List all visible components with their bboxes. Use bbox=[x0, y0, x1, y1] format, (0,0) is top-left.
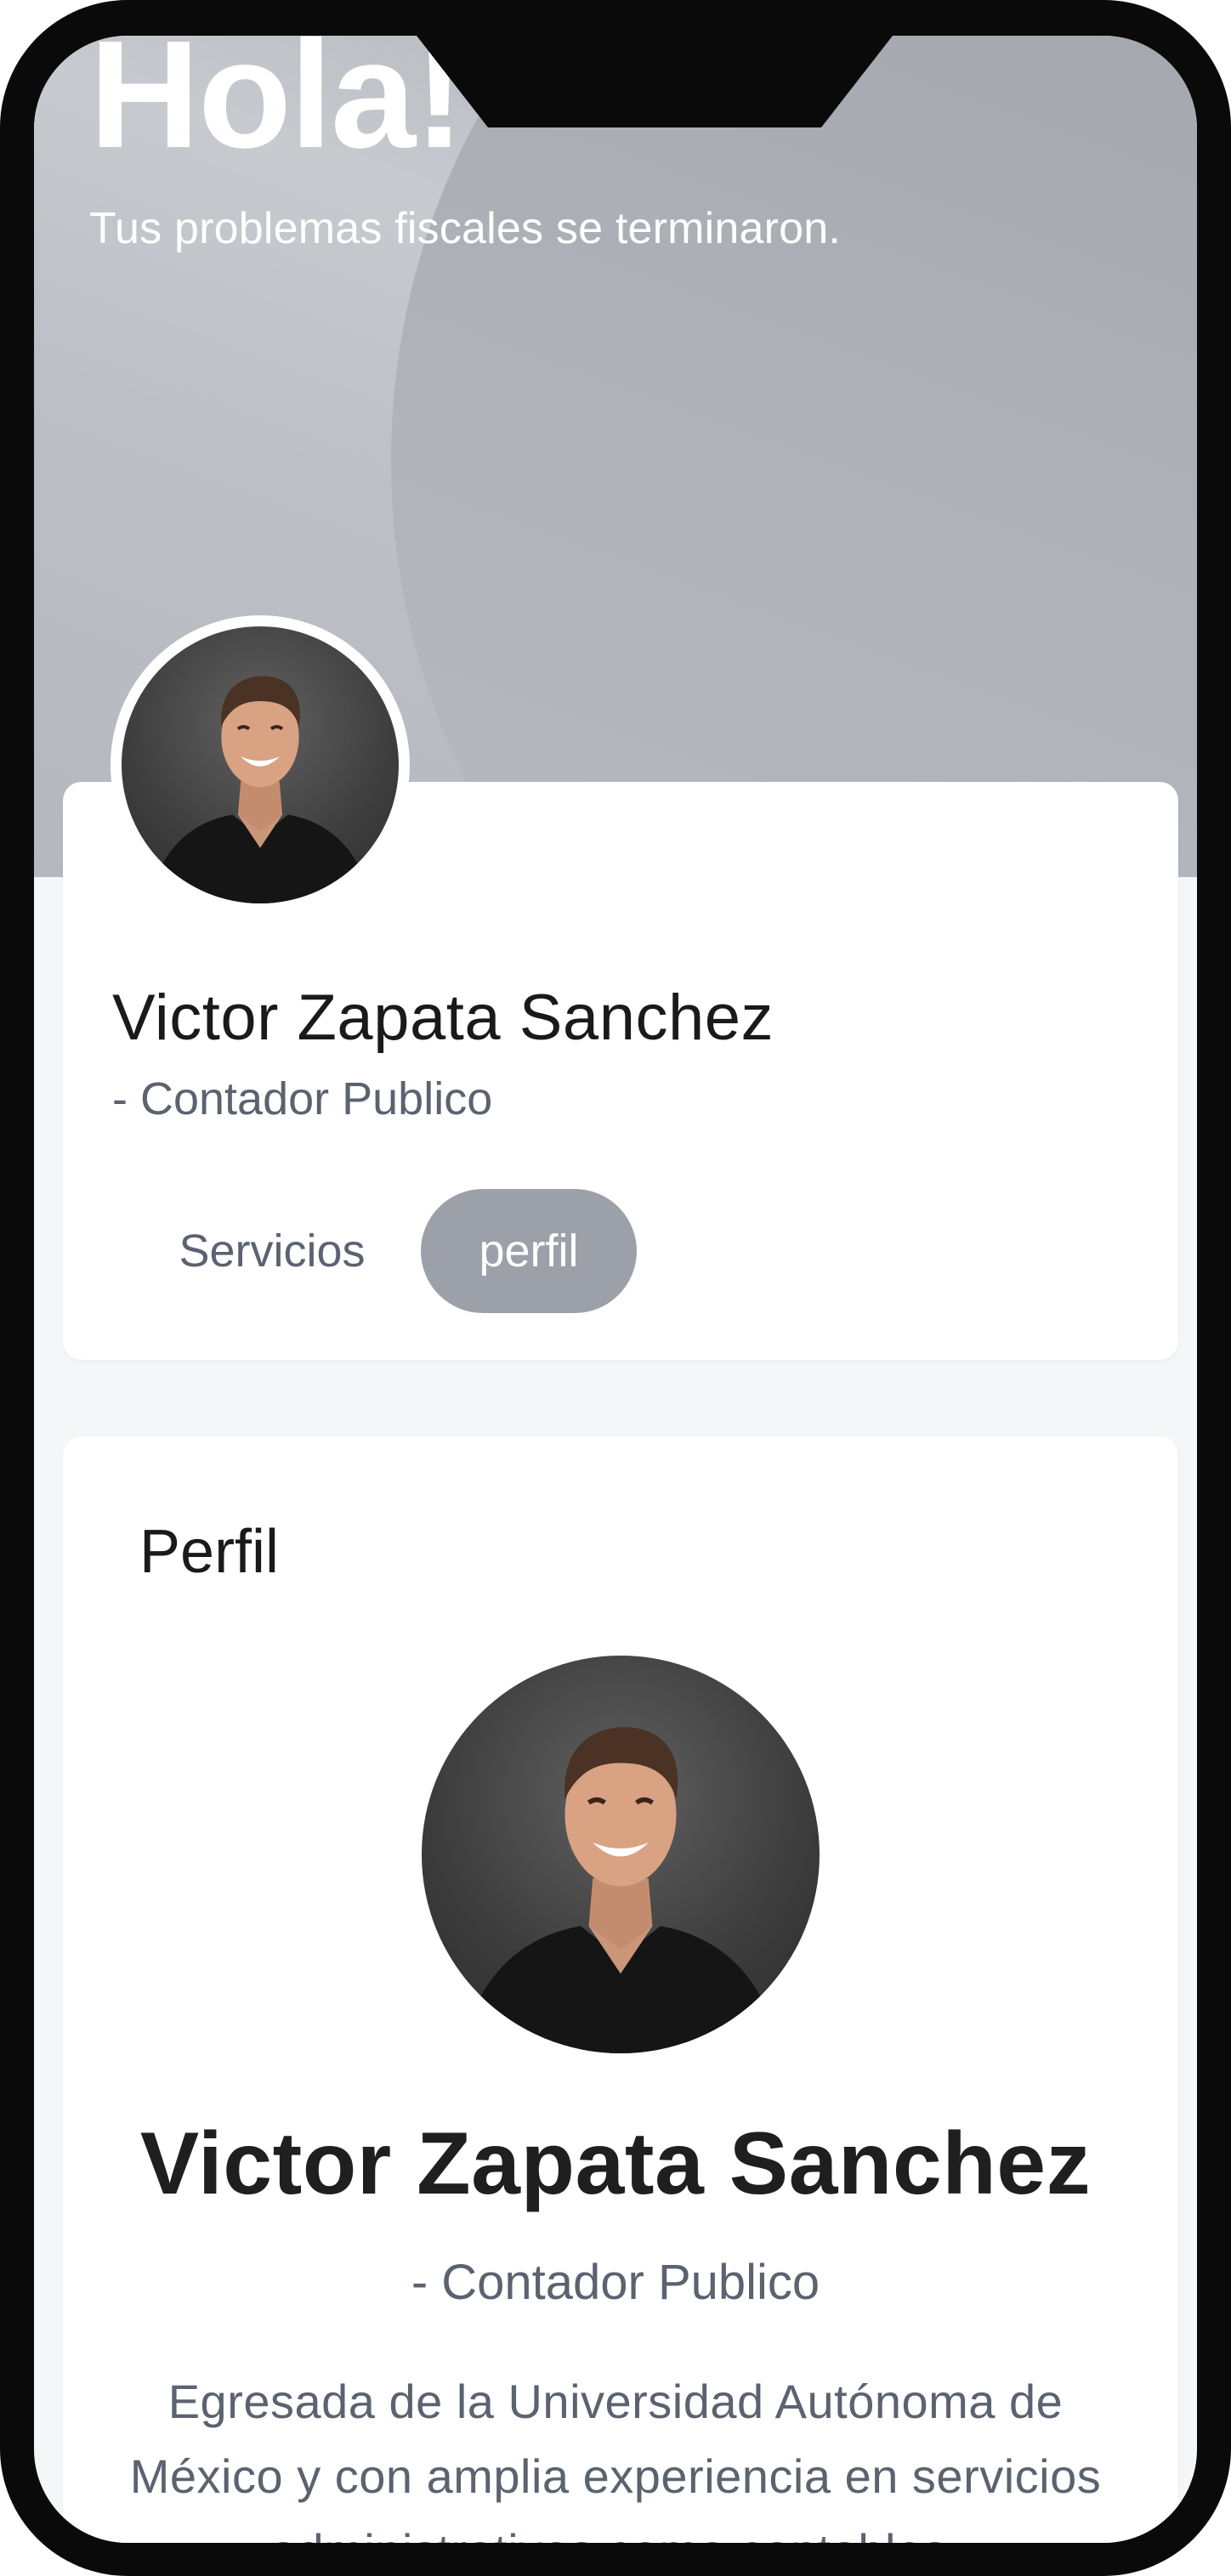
profile-name: Victor Zapata Sanchez bbox=[112, 982, 774, 1054]
section-title: Perfil bbox=[139, 1518, 280, 1586]
hero-subtitle: Tus problemas fiscales se terminaron. bbox=[89, 204, 842, 253]
tab-servicios[interactable]: Servicios bbox=[149, 1189, 395, 1313]
profile-photo bbox=[122, 626, 399, 903]
hero-decoration bbox=[391, 36, 1197, 877]
person-photo-icon bbox=[461, 1727, 780, 2053]
phone-frame: Hola! Tus problemas fiscales se terminar… bbox=[0, 0, 1231, 2576]
tab-perfil[interactable]: perfil bbox=[421, 1189, 637, 1313]
profile-detail-name: Victor Zapata Sanchez bbox=[139, 2115, 1092, 2213]
app-screen: Hola! Tus problemas fiscales se terminar… bbox=[34, 36, 1197, 2543]
avatar[interactable] bbox=[111, 615, 410, 914]
profile-bio: Egresada de la Universidad Autónoma de M… bbox=[129, 2375, 1102, 2543]
person-photo-icon bbox=[149, 676, 372, 903]
avatar-large bbox=[422, 1656, 820, 2053]
profile-role: - Contador Publico bbox=[112, 1073, 493, 1124]
hero-title: Hola! bbox=[89, 36, 465, 180]
profile-detail-role: - Contador Publico bbox=[411, 2255, 820, 2310]
phone-notch bbox=[417, 36, 893, 127]
